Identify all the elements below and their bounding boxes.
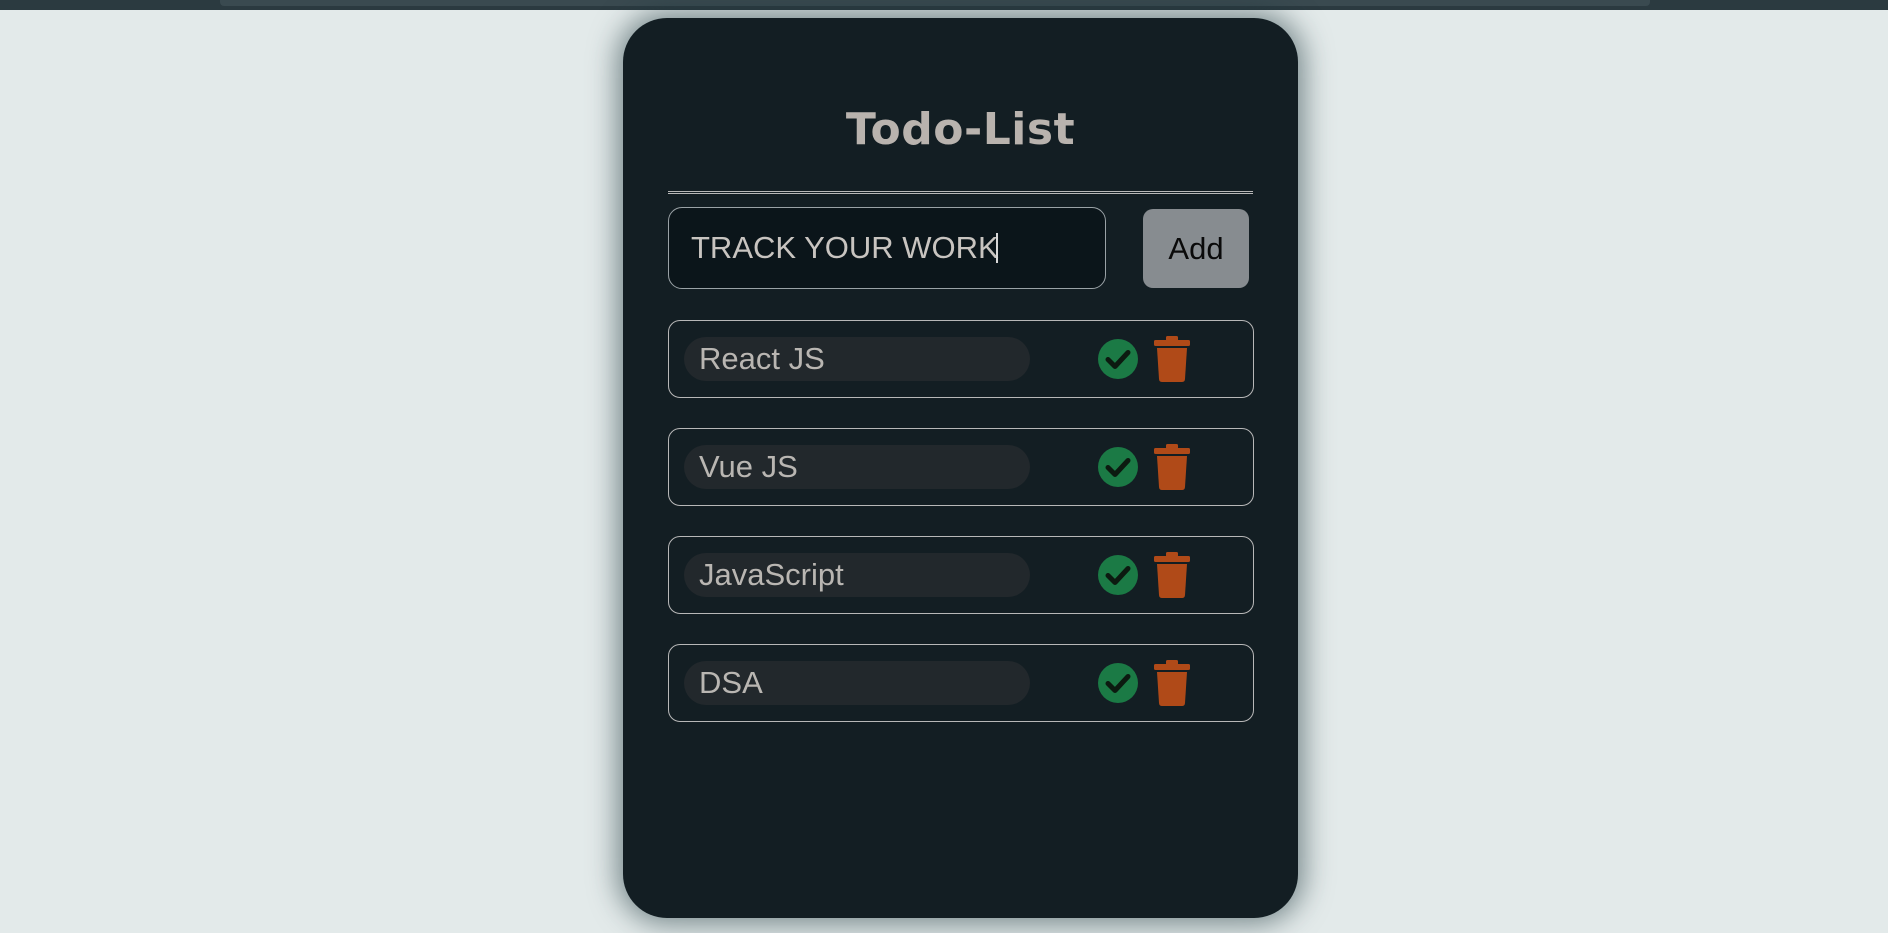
todo-text: DSA bbox=[684, 661, 1030, 705]
todo-item: DSA bbox=[668, 644, 1254, 722]
todo-list: React JS Vue JS JavaScript DSA bbox=[668, 320, 1254, 752]
check-circle-icon[interactable] bbox=[1097, 338, 1139, 380]
task-input[interactable] bbox=[668, 207, 1106, 289]
todo-card: Todo-List Add React JS Vue JS bbox=[623, 18, 1298, 918]
todo-text: Vue JS bbox=[684, 445, 1030, 489]
todo-text: React JS bbox=[684, 337, 1030, 381]
todo-text: JavaScript bbox=[684, 553, 1030, 597]
trash-icon[interactable] bbox=[1153, 336, 1191, 382]
todo-item: JavaScript bbox=[668, 536, 1254, 614]
browser-top-bar-inner bbox=[220, 0, 1650, 6]
title-divider bbox=[668, 191, 1253, 194]
add-button[interactable]: Add bbox=[1143, 209, 1249, 288]
check-circle-icon[interactable] bbox=[1097, 446, 1139, 488]
todo-item: Vue JS bbox=[668, 428, 1254, 506]
trash-icon[interactable] bbox=[1153, 444, 1191, 490]
text-caret bbox=[996, 233, 998, 263]
trash-icon[interactable] bbox=[1153, 552, 1191, 598]
check-circle-icon[interactable] bbox=[1097, 662, 1139, 704]
page-title: Todo-List bbox=[845, 104, 1076, 155]
check-circle-icon[interactable] bbox=[1097, 554, 1139, 596]
trash-icon[interactable] bbox=[1153, 660, 1191, 706]
todo-item: React JS bbox=[668, 320, 1254, 398]
browser-top-bar bbox=[0, 0, 1888, 10]
